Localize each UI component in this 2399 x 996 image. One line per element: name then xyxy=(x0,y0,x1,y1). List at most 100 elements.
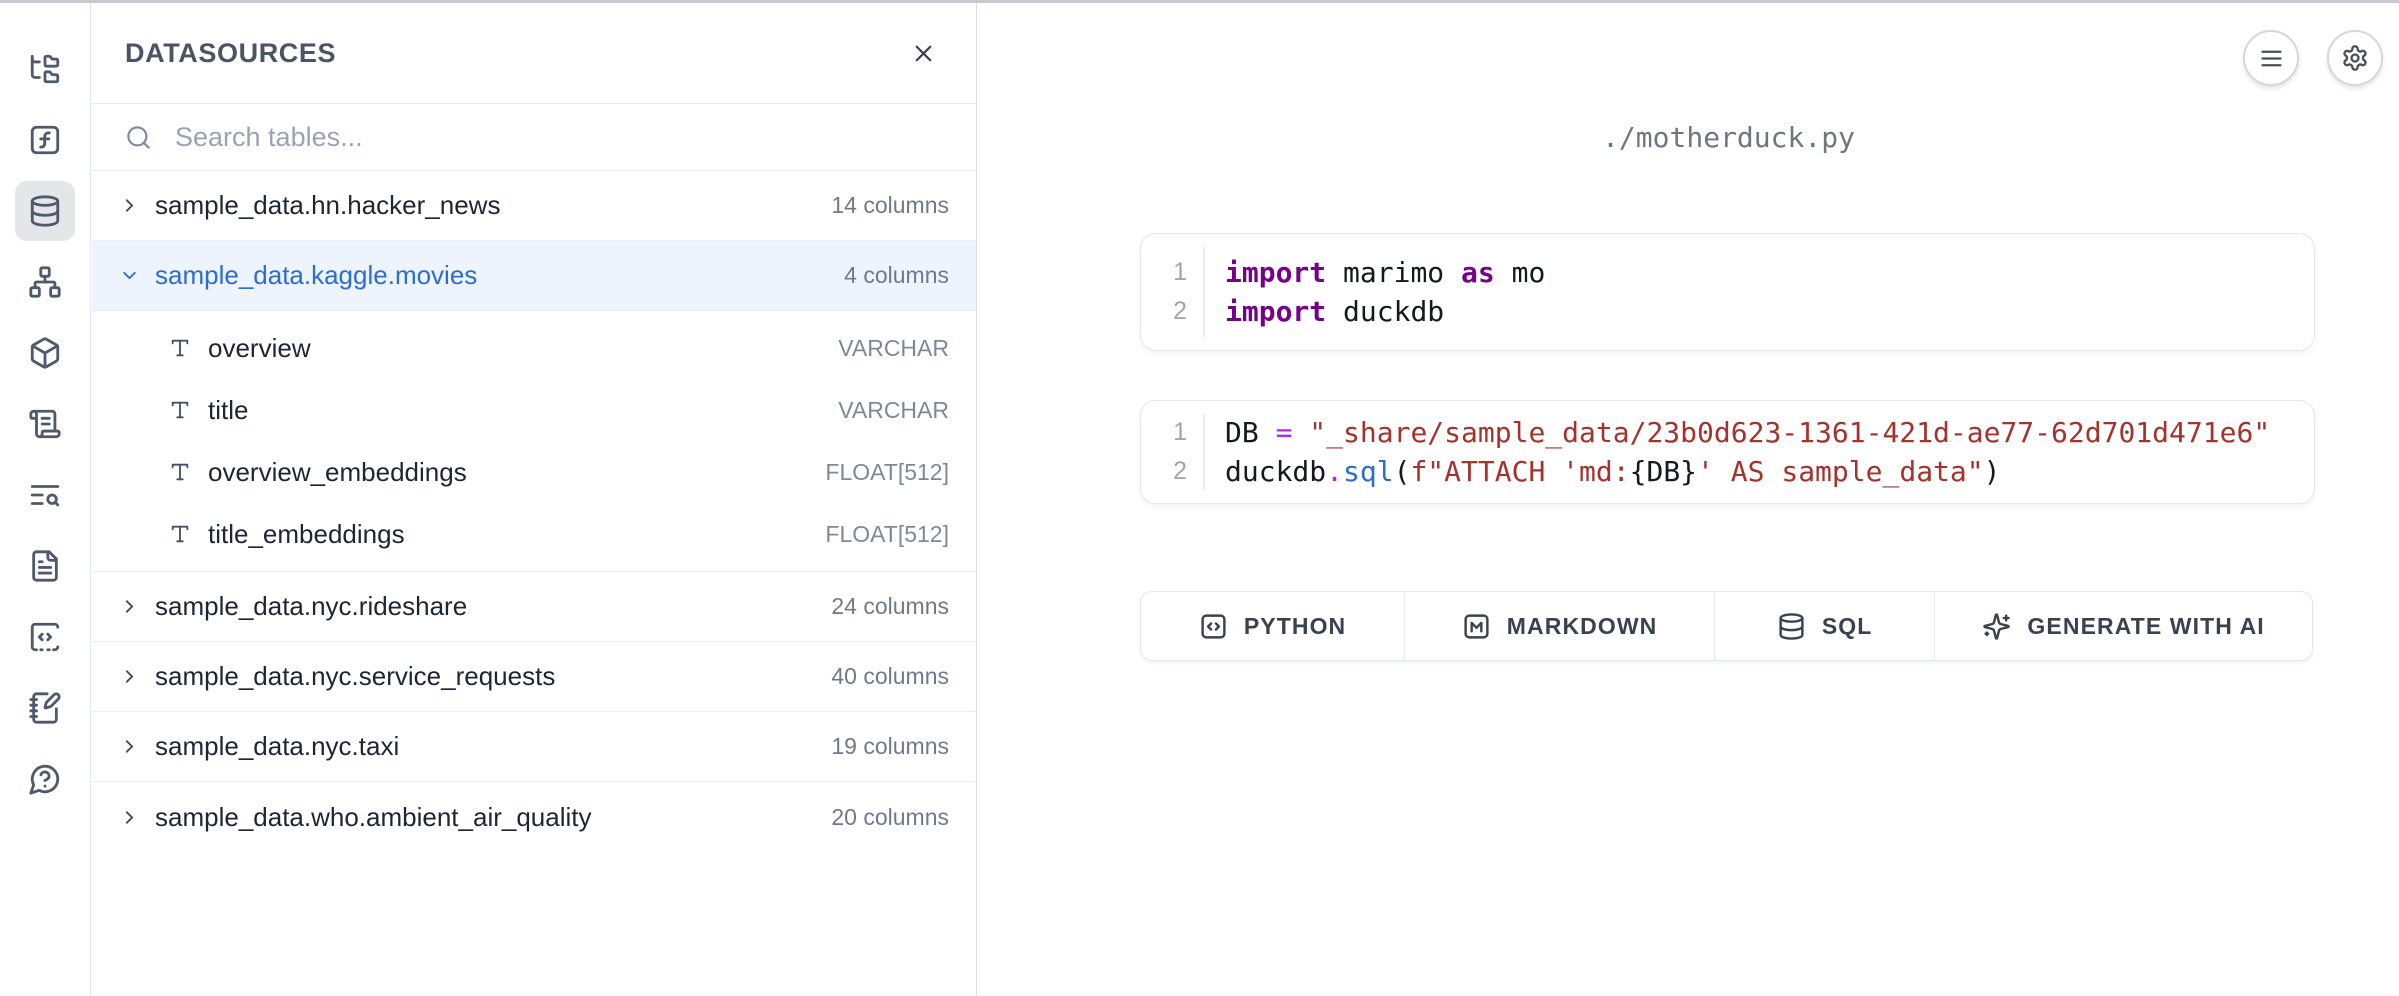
chevron-down-icon xyxy=(119,265,140,286)
notebook-filename[interactable]: ./motherduck.py xyxy=(1140,121,2317,154)
table-list: sample_data.hn.hacker_news 14 columns sa… xyxy=(92,171,976,996)
settings-button[interactable] xyxy=(2327,30,2383,86)
table-name: sample_data.hn.hacker_news xyxy=(155,190,500,221)
code-line: duckdb.sql(f"ATTACH 'md:{DB}' AS sample_… xyxy=(1225,452,2314,491)
table-column-count: 14 columns xyxy=(831,192,949,219)
chevron-right-icon xyxy=(119,736,140,757)
column-name: overview_embeddings xyxy=(208,457,467,488)
add-button-label: MARKDOWN xyxy=(1507,613,1658,640)
sidebar-item-outline-search[interactable] xyxy=(15,465,75,525)
snippets-code-icon xyxy=(28,620,62,654)
column-row-overview-embeddings[interactable]: overview_embeddings FLOAT[512] xyxy=(92,441,976,503)
expanded-columns: overview VARCHAR title VARCHAR overview_… xyxy=(92,311,976,572)
scroll-logs-icon xyxy=(28,407,62,441)
chevron-right-icon xyxy=(119,195,140,216)
sidebar-item-datasources[interactable] xyxy=(15,181,75,241)
markdown-square-icon xyxy=(1462,612,1491,641)
close-icon xyxy=(910,40,937,67)
table-row-hacker-news[interactable]: sample_data.hn.hacker_news 14 columns xyxy=(92,171,976,241)
type-text-icon xyxy=(169,523,191,545)
file-document-icon xyxy=(28,549,62,583)
sidebar-item-file-tree[interactable] xyxy=(15,39,75,99)
table-column-count: 40 columns xyxy=(831,663,949,690)
sparkles-icon xyxy=(1982,612,2011,641)
generate-with-ai-button[interactable]: GENERATE WITH AI xyxy=(1935,592,2312,660)
table-row-service-requests[interactable]: sample_data.nyc.service_requests 40 colu… xyxy=(92,642,976,712)
package-icon xyxy=(28,336,62,370)
add-button-label: GENERATE WITH AI xyxy=(2027,613,2264,640)
code-cell-imports[interactable]: 1 2 import marimo as mo import duckdb xyxy=(1140,233,2315,351)
search-icon xyxy=(125,124,152,151)
column-row-title-embeddings[interactable]: title_embeddings FLOAT[512] xyxy=(92,503,976,565)
file-tree-icon xyxy=(28,52,62,86)
column-type: FLOAT[512] xyxy=(825,459,949,486)
table-name: sample_data.nyc.taxi xyxy=(155,731,399,762)
column-type: VARCHAR xyxy=(838,335,949,362)
help-chat-icon xyxy=(28,762,62,796)
sidebar-item-scratchpad[interactable] xyxy=(15,678,75,738)
code-cell-attach-db[interactable]: 1 2 DB = "_share/sample_data/23b0d623-13… xyxy=(1140,400,2315,504)
notebook-menu-button[interactable] xyxy=(2243,30,2299,86)
sidebar-item-documentation[interactable] xyxy=(15,536,75,596)
code-square-icon xyxy=(1199,612,1228,641)
sidebar-item-packages[interactable] xyxy=(15,323,75,383)
line-number: 2 xyxy=(1173,292,1187,331)
type-text-icon xyxy=(169,399,191,421)
column-type: FLOAT[512] xyxy=(825,521,949,548)
table-row-kaggle-movies[interactable]: sample_data.kaggle.movies 4 columns xyxy=(92,241,976,311)
sidebar-item-help[interactable] xyxy=(15,749,75,809)
scratchpad-notebook-icon xyxy=(28,691,62,725)
code-editor[interactable]: DB = "_share/sample_data/23b0d623-1361-4… xyxy=(1205,401,2314,503)
table-column-count: 19 columns xyxy=(831,733,949,760)
column-name: title_embeddings xyxy=(208,519,405,550)
add-python-cell-button[interactable]: PYTHON xyxy=(1141,592,1405,660)
line-number: 2 xyxy=(1173,452,1187,491)
table-name: sample_data.who.ambient_air_quality xyxy=(155,802,592,833)
table-name: sample_data.nyc.rideshare xyxy=(155,591,467,622)
text-search-icon xyxy=(28,478,62,512)
type-text-icon xyxy=(169,461,191,483)
sidebar-item-variables[interactable] xyxy=(15,110,75,170)
code-editor[interactable]: import marimo as mo import duckdb xyxy=(1205,234,2314,350)
sidebar-item-snippets[interactable] xyxy=(15,607,75,667)
add-cell-bar: PYTHON MARKDOWN SQL GENERATE WITH AI xyxy=(1140,591,2313,661)
add-markdown-cell-button[interactable]: MARKDOWN xyxy=(1405,592,1715,660)
dependency-graph-icon xyxy=(28,265,62,299)
notebook-area: ./motherduck.py 1 2 import marimo as mo … xyxy=(978,3,2399,996)
function-square-icon xyxy=(28,123,62,157)
table-row-taxi[interactable]: sample_data.nyc.taxi 19 columns xyxy=(92,712,976,782)
table-row-rideshare[interactable]: sample_data.nyc.rideshare 24 columns xyxy=(92,572,976,642)
code-line: import duckdb xyxy=(1225,292,2314,331)
close-panel-button[interactable] xyxy=(904,34,943,73)
search-input[interactable] xyxy=(173,121,943,154)
code-line: DB = "_share/sample_data/23b0d623-1361-4… xyxy=(1225,413,2314,452)
panel-header: DATASOURCES xyxy=(92,3,976,104)
chevron-right-icon xyxy=(119,596,140,617)
add-button-label: PYTHON xyxy=(1244,613,1346,640)
search-bar xyxy=(92,104,976,171)
column-row-overview[interactable]: overview VARCHAR xyxy=(92,317,976,379)
sidebar-item-dependencies[interactable] xyxy=(15,252,75,312)
column-row-title[interactable]: title VARCHAR xyxy=(92,379,976,441)
table-column-count: 4 columns xyxy=(844,262,949,289)
column-type: VARCHAR xyxy=(838,397,949,424)
datasources-panel: DATASOURCES sample_data.hn.hacker_news 1… xyxy=(92,3,977,996)
database-icon xyxy=(28,194,62,228)
line-number: 1 xyxy=(1173,413,1187,452)
table-column-count: 24 columns xyxy=(831,593,949,620)
add-sql-cell-button[interactable]: SQL xyxy=(1715,592,1935,660)
add-button-label: SQL xyxy=(1822,613,1873,640)
line-number-gutter: 1 2 xyxy=(1141,234,1203,350)
sidebar-item-logs[interactable] xyxy=(15,394,75,454)
column-name: overview xyxy=(208,333,311,364)
line-number: 1 xyxy=(1173,253,1187,292)
table-row-ambient-air-quality[interactable]: sample_data.who.ambient_air_quality 20 c… xyxy=(92,782,976,852)
activity-bar xyxy=(0,3,91,996)
table-column-count: 20 columns xyxy=(831,804,949,831)
column-name: title xyxy=(208,395,248,426)
type-text-icon xyxy=(169,337,191,359)
chevron-right-icon xyxy=(119,666,140,687)
database-icon xyxy=(1777,612,1806,641)
gear-icon xyxy=(2341,44,2369,72)
panel-title: DATASOURCES xyxy=(125,38,336,69)
